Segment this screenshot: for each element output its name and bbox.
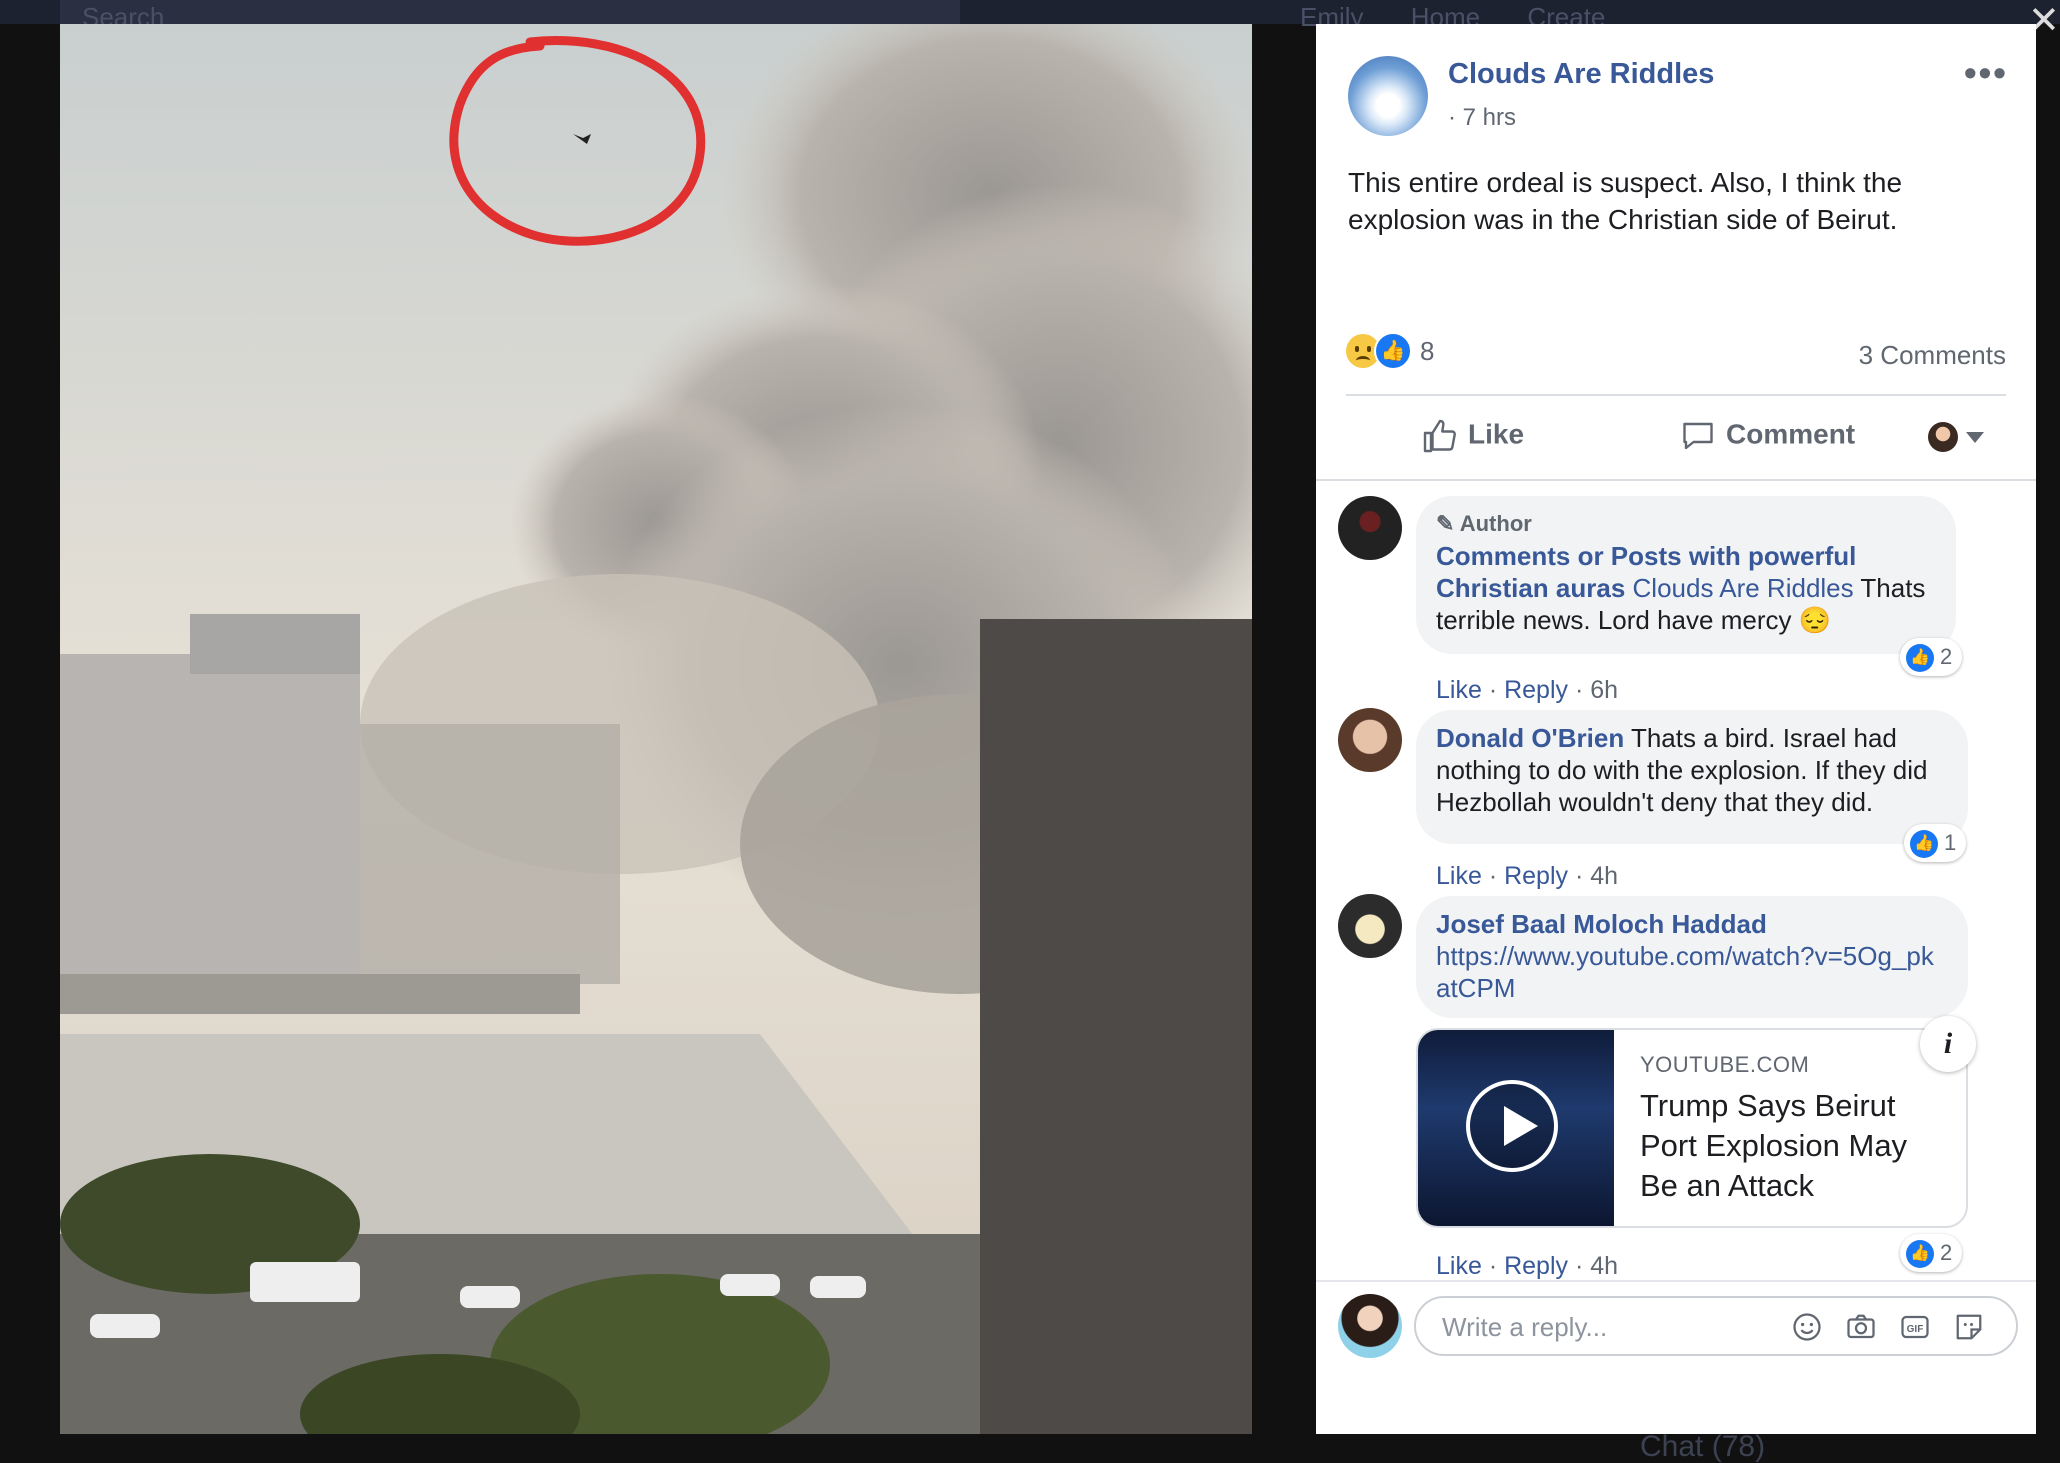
comment-reaction-count[interactable]: 👍 2 [1900, 638, 1963, 676]
comment-like-link[interactable]: Like [1436, 676, 1482, 704]
like-button[interactable]: Like [1422, 418, 1524, 454]
link-preview-card[interactable]: YOUTUBE.COM Trump Says Beirut Port Explo… [1416, 1028, 1968, 1228]
card-title[interactable]: Trump Says Beirut Port Explosion May Be … [1640, 1086, 1950, 1206]
reaction-number: 2 [1940, 644, 1953, 669]
author-badge: ✎ Author [1436, 508, 1934, 540]
mention-link[interactable]: Clouds Are Riddles [1633, 573, 1854, 603]
comment-bubble: Josef Baal Moloch Haddad https://www.you… [1416, 896, 1968, 1018]
reaction-number: 2 [1940, 1240, 1953, 1265]
comment-reply-link[interactable]: Reply [1504, 676, 1568, 704]
emoji-icon[interactable] [1792, 1312, 1822, 1342]
play-icon[interactable] [1466, 1080, 1558, 1172]
comment-time[interactable]: 6h [1590, 676, 1618, 704]
comment-reaction-count[interactable]: 👍 1 [1904, 824, 1967, 862]
top-nav-bar: Search Emily Home Create [0, 0, 2060, 32]
comment-bubble: Donald O'Brien Thats a bird. Israel had … [1416, 710, 1968, 844]
comment-button[interactable]: Comment [1680, 418, 1855, 454]
comment-like-link[interactable]: Like [1436, 862, 1482, 890]
search-bar[interactable]: Search [60, 0, 960, 32]
user-avatar-mini [1928, 422, 1958, 452]
post-timestamp[interactable]: · 7 hrs [1448, 104, 1516, 132]
divider [1346, 394, 2006, 396]
comment-reply-link[interactable]: Reply [1504, 862, 1568, 890]
comment-time[interactable]: 4h [1590, 862, 1618, 890]
divider [1316, 1280, 2036, 1282]
commenter-avatar[interactable] [1338, 708, 1402, 772]
chat-bar[interactable]: Chat (78) [1500, 1430, 2060, 1463]
camera-icon[interactable] [1846, 1312, 1876, 1342]
reply-input[interactable] [1440, 1308, 1774, 1346]
comment-actions: Like · Reply · 6h [1436, 676, 1619, 704]
comment-reaction-count[interactable]: 👍 2 [1900, 1234, 1963, 1272]
identity-chooser[interactable] [1928, 422, 1984, 452]
comment-time[interactable]: 4h [1590, 1252, 1618, 1280]
video-thumbnail[interactable] [1418, 1030, 1614, 1226]
comments-count-link[interactable]: 3 Comments [1859, 340, 2006, 371]
foreground-building [980, 619, 1252, 1434]
thumbs-up-icon [1423, 419, 1456, 453]
more-options-icon[interactable]: ••• [1964, 52, 2008, 94]
page-avatar[interactable] [1348, 56, 1428, 136]
card-domain: YOUTUBE.COM [1640, 1052, 1810, 1077]
comment-actions: Like · Reply · 4h [1436, 1252, 1619, 1280]
reaction-number: 1 [1944, 830, 1957, 855]
chevron-down-icon [1966, 431, 1984, 443]
explosion-photo [60, 24, 1252, 1434]
author-badge-label: Author [1459, 511, 1532, 536]
like-reaction-icon: 👍 [1906, 644, 1934, 673]
comment-bubble: ✎ Author Comments or Posts with powerful… [1416, 496, 1956, 654]
comment-icon [1683, 422, 1713, 450]
commenter-avatar[interactable] [1338, 496, 1402, 560]
chat-label[interactable]: Chat (78) [1640, 1430, 1765, 1463]
commenter-name[interactable]: Donald O'Brien [1436, 723, 1624, 753]
post-panel: Clouds Are Riddles · 7 hrs ••• This enti… [1316, 24, 2036, 1434]
reaction-count: 8 [1420, 335, 1435, 366]
post-text: This entire ordeal is suspect. Also, I t… [1348, 167, 1903, 235]
comment-reply-link[interactable]: Reply [1504, 1252, 1568, 1280]
pencil-icon: ✎ [1436, 511, 1455, 536]
divider [1316, 479, 2036, 481]
comment-actions: Like · Reply · 4h [1436, 862, 1619, 890]
like-reaction-icon: 👍 [1906, 1240, 1934, 1269]
commenter-avatar[interactable] [1338, 894, 1402, 958]
like-reaction-icon: 👍 [1374, 332, 1412, 370]
like-button-label: Like [1468, 418, 1525, 450]
comment-button-label: Comment [1726, 418, 1856, 450]
like-reaction-icon: 👍 [1910, 830, 1938, 859]
svg-text:GIF: GIF [1907, 1324, 1924, 1335]
sticker-icon[interactable] [1954, 1312, 1984, 1342]
reaction-summary[interactable]: 👍 8 [1346, 332, 1434, 372]
info-icon[interactable]: i [1920, 1016, 1976, 1072]
page-name-link[interactable]: Clouds Are Riddles [1448, 58, 1714, 91]
commenter-name[interactable]: Josef Baal Moloch Haddad [1436, 908, 1946, 940]
youtube-link[interactable]: https://www.youtube.com/watch?v=5Og_pkat… [1436, 940, 1946, 1004]
current-user-avatar[interactable] [1338, 1294, 1402, 1358]
post-photo [60, 24, 1252, 1434]
gif-icon[interactable]: GIF [1900, 1312, 1930, 1342]
comment-like-link[interactable]: Like [1436, 1252, 1482, 1280]
reply-box[interactable]: GIF [1414, 1296, 2018, 1356]
